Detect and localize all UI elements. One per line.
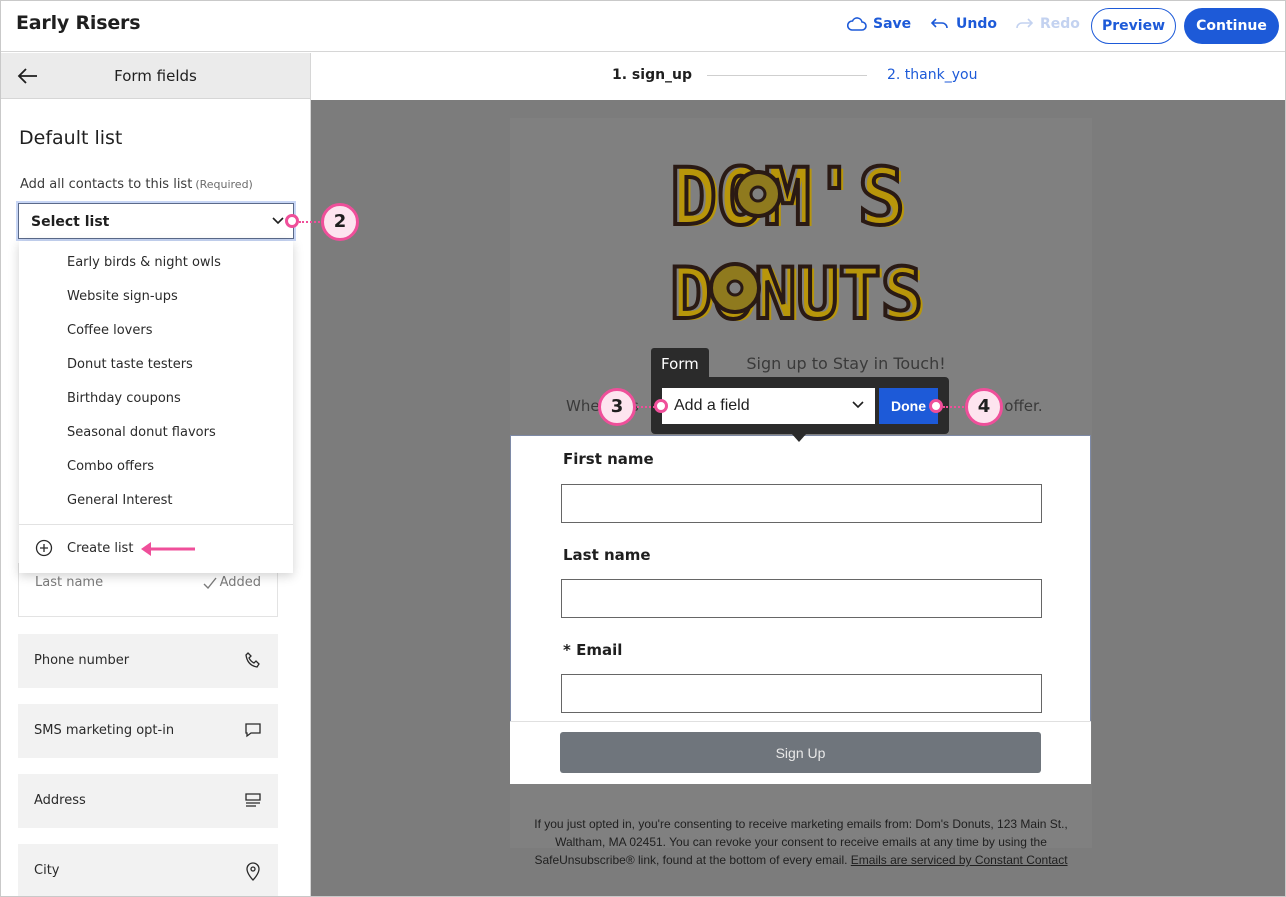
- save-button[interactable]: Save: [847, 16, 911, 32]
- sign-up-button[interactable]: Sign Up: [560, 732, 1041, 773]
- pointer-arrow-icon: [141, 542, 195, 556]
- step-sign-up[interactable]: 1. sign_up: [612, 67, 692, 83]
- sidebar-title: Form fields: [114, 67, 197, 85]
- list-option[interactable]: Website sign-ups: [19, 280, 293, 314]
- callout-connector: [633, 406, 655, 408]
- save-label: Save: [873, 16, 912, 32]
- step-bar: 1. sign_up 2. thank_you: [311, 53, 1285, 100]
- field-card-sms-opt-in[interactable]: SMS marketing opt-in: [18, 704, 278, 758]
- callout-badge: 2: [321, 203, 359, 241]
- default-list-heading: Default list: [19, 127, 123, 149]
- field-label: Address: [34, 793, 86, 808]
- callout-marker: [654, 399, 668, 413]
- check-icon: [203, 577, 217, 589]
- list-option[interactable]: Birthday coupons: [19, 382, 293, 416]
- redo-label: Redo: [1040, 16, 1080, 32]
- added-status: Added: [203, 575, 261, 590]
- callout-connector: [299, 221, 323, 223]
- chevron-down-icon: [852, 401, 864, 409]
- continue-button[interactable]: Continue: [1184, 8, 1279, 44]
- field-card-phone-number[interactable]: Phone number: [18, 634, 278, 688]
- select-list-dropdown[interactable]: Select list: [18, 203, 294, 239]
- logo-line1: DOM'S: [670, 153, 905, 243]
- add-field-dropdown[interactable]: Add a field: [662, 388, 875, 424]
- create-list-button[interactable]: Create list: [35, 539, 133, 557]
- redo-button[interactable]: Redo: [1014, 16, 1080, 32]
- required-label: (Required): [195, 178, 253, 191]
- preview-button[interactable]: Preview: [1091, 8, 1176, 44]
- form-toolbar-tab: Form: [651, 348, 709, 378]
- callout-marker: [929, 399, 943, 413]
- add-field-value: Add a field: [674, 397, 750, 414]
- cloud-icon: [847, 17, 867, 31]
- callout-connector: [943, 406, 967, 408]
- field-card-city[interactable]: City: [18, 844, 278, 896]
- list-option[interactable]: Combo offers: [19, 450, 293, 484]
- redo-icon: [1016, 18, 1034, 29]
- logo-line2: DONUTS: [670, 253, 923, 328]
- field-label: SMS marketing opt-in: [34, 723, 175, 738]
- form-fields-sidebar: Form fields Default list Add all contact…: [1, 53, 311, 896]
- field-label: City: [34, 863, 60, 878]
- callout-badge: 4: [965, 388, 1003, 426]
- signup-button-area: Sign Up: [510, 721, 1091, 784]
- logo-graphic: DOM'S DOM'S DONUTS DONUTS: [668, 151, 927, 337]
- editor-main: 1. sign_up 2. thank_you DOM'S DOM'S DONU…: [311, 53, 1285, 896]
- last-name-label: Last name: [563, 546, 651, 564]
- callout-marker: [285, 214, 299, 228]
- callout-badge: 3: [598, 388, 636, 426]
- list-option[interactable]: Early birds & night owls: [19, 246, 293, 280]
- list-dropdown-menu: Early birds & night owls Website sign-up…: [19, 241, 293, 573]
- constant-contact-link[interactable]: Emails are serviced by Constant Contact: [851, 853, 1068, 867]
- donut-hole: [749, 185, 767, 203]
- field-card-address[interactable]: Address: [18, 774, 278, 828]
- form-toolbar: Add a field Done: [651, 377, 949, 434]
- list-option[interactable]: Seasonal donut flavors: [19, 416, 293, 450]
- form-heading: Sign up to Stay in Touch!: [746, 354, 946, 373]
- create-list-label: Create list: [67, 540, 134, 556]
- sidebar-header: Form fields: [1, 53, 310, 99]
- email-input[interactable]: [561, 674, 1042, 713]
- step-connector: [707, 75, 867, 76]
- field-label: Phone number: [34, 653, 130, 668]
- last-name-input[interactable]: [561, 579, 1042, 618]
- phone-icon: [245, 652, 260, 668]
- first-name-input[interactable]: [561, 484, 1042, 523]
- map-pin-icon: [246, 862, 260, 881]
- bitten-donut-hole: [726, 279, 744, 297]
- doms-donuts-logo: DOM'S DOM'S DONUTS DONUTS: [668, 148, 940, 337]
- undo-label: Undo: [956, 16, 997, 32]
- list-option[interactable]: Donut taste testers: [19, 348, 293, 382]
- email-label: * Email: [563, 641, 623, 659]
- address-lines-icon: [245, 793, 261, 807]
- first-name-label: First name: [563, 450, 654, 468]
- plus-circle-icon: [35, 539, 53, 557]
- select-list-value: Select list: [31, 214, 110, 230]
- field-label: Last name: [35, 575, 104, 590]
- dropdown-divider: [19, 524, 293, 525]
- list-option[interactable]: Coffee lovers: [19, 314, 293, 348]
- top-header: Early Risers Save Undo Redo Preview Cont…: [1, 1, 1285, 52]
- consent-disclaimer: If you just opted in, you're consenting …: [534, 817, 1068, 867]
- form-canvas: DOM'S DOM'S DONUTS DONUTS Sign up to Sta…: [510, 118, 1092, 867]
- chevron-down-icon: [272, 217, 284, 225]
- app-frame: Early Risers Save Undo Redo Preview Cont…: [0, 0, 1286, 897]
- app-title: Early Risers: [16, 12, 141, 34]
- list-option[interactable]: General Interest: [19, 484, 293, 518]
- form-toolbar-pointer: [791, 433, 807, 442]
- add-contacts-label: Add all contacts to this list (Required): [20, 177, 253, 192]
- chat-bubble-icon: [245, 723, 261, 738]
- step-thank-you[interactable]: 2. thank_you: [887, 67, 977, 83]
- undo-button[interactable]: Undo: [930, 16, 997, 32]
- undo-icon: [930, 18, 948, 29]
